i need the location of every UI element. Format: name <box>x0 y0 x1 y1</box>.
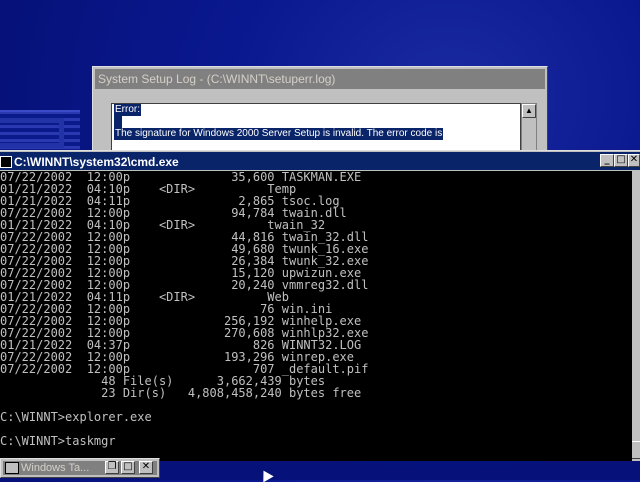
minimized-window-title: Windows Ta... <box>21 462 90 474</box>
log-line-empty <box>114 116 122 128</box>
minimized-window[interactable]: Windows Ta... ❐ □ ✕ <box>0 458 160 478</box>
console-line: C:\WINNT>taskmgr <box>0 434 116 448</box>
cmd-window[interactable]: C:\WINNT\system32\cmd.exe _ □ ✕ 07/22/20… <box>0 150 640 461</box>
log-line-signature-text: The signature for Windows 2000 Server Se… <box>114 128 444 140</box>
desktop-decoration-frame <box>0 118 64 148</box>
scroll-up-arrow-icon[interactable]: ▲ <box>522 104 536 118</box>
close-minimized-button[interactable]: ✕ <box>139 461 153 474</box>
console-line: C:\WINNT>explorer.exe <box>0 410 152 424</box>
task-manager-icon <box>5 462 19 475</box>
close-button[interactable]: ✕ <box>628 154 640 167</box>
console-output[interactable]: 07/22/2002 12:00p 35,600 TASKMAN.EXE 01/2… <box>0 171 632 461</box>
cmd-titlebar[interactable]: C:\WINNT\system32\cmd.exe _ □ ✕ <box>0 152 640 170</box>
cmd-icon <box>0 155 12 168</box>
scrollbar-thumb[interactable] <box>632 441 640 459</box>
minimize-button[interactable]: _ <box>600 154 614 167</box>
maximize-button[interactable]: □ <box>614 154 628 167</box>
restore-button[interactable]: ❐ <box>105 461 119 474</box>
cmd-title: C:\WINNT\system32\cmd.exe <box>14 154 179 169</box>
log-line-error-text: Error: <box>114 104 141 116</box>
setup-log-title: System Setup Log - (C:\WINNT\setuperr.lo… <box>98 72 336 86</box>
cmd-scrollbar[interactable] <box>632 171 640 461</box>
log-line-error: Error: <box>112 104 520 116</box>
console-line: 23 Dir(s) 4,808,458,240 bytes free <box>0 386 362 400</box>
setup-log-titlebar[interactable]: System Setup Log - (C:\WINNT\setuperr.lo… <box>95 69 545 89</box>
maximize-minimized-button[interactable]: □ <box>121 461 135 474</box>
log-line-signature: The signature for Windows 2000 Server Se… <box>112 128 520 140</box>
